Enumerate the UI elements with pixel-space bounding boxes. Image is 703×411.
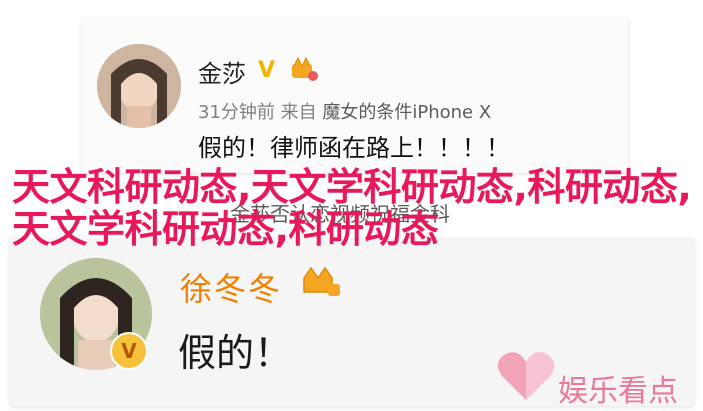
post-from-label: 来自 (280, 102, 317, 123)
vip-crown-icon (292, 56, 318, 81)
verified-v-icon: V (258, 58, 276, 83)
heart-logo-icon (497, 352, 555, 400)
verified-v-icon: V (110, 332, 148, 370)
post-content: 假的！ (178, 331, 293, 375)
overlay-caption: 天文科研动态,天文学科研动态,科研动态,天文学科研动态,科研动态 (12, 165, 692, 251)
post-time: 31分钟前 (198, 102, 275, 123)
username[interactable]: 徐冬冬 (180, 264, 282, 310)
post-content: 假的！律师函在路上！！！！ (198, 134, 510, 162)
avatar-photo-icon (97, 44, 181, 128)
avatar[interactable] (97, 44, 181, 128)
post-meta: 31分钟前 来自 魔女的条件iPhone X (198, 98, 491, 124)
post-source[interactable]: 魔女的条件iPhone X (322, 102, 491, 123)
watermark: 娱乐看点 (558, 374, 678, 409)
username[interactable]: 金莎 (198, 54, 246, 89)
vip-crown-icon (303, 266, 340, 296)
